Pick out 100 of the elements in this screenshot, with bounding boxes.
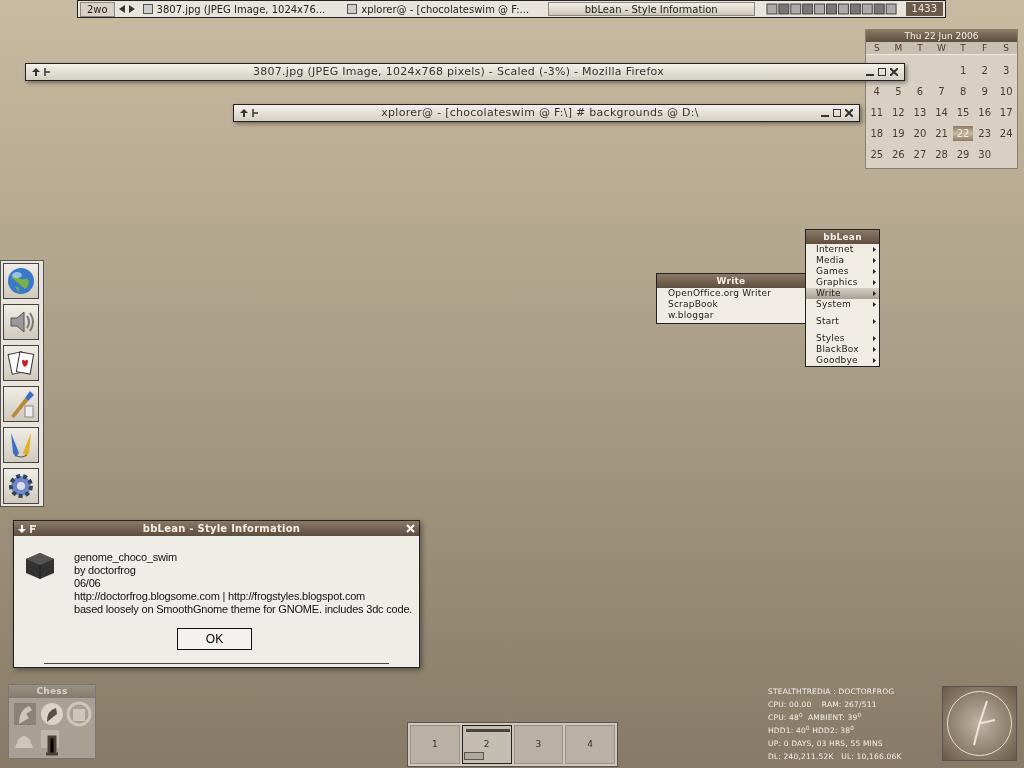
weekday-label: S xyxy=(872,42,881,54)
weekday-label: W xyxy=(936,42,947,54)
submenu-arrow-icon xyxy=(873,347,876,352)
window-thumbnail xyxy=(465,729,510,732)
calendar-day[interactable]: 14 xyxy=(931,105,952,120)
calendar-day[interactable]: 24 xyxy=(996,126,1016,141)
task-button[interactable]: xplorer@ - [chocolateswim @ F:... xyxy=(343,2,544,16)
pin-icon[interactable] xyxy=(252,109,259,117)
calendar-day[interactable]: 21 xyxy=(931,126,952,141)
down-arrow-icon[interactable] xyxy=(18,524,26,533)
maximize-icon[interactable] xyxy=(878,68,886,76)
calendar-day[interactable]: 25 xyxy=(867,147,887,162)
maximize-icon[interactable] xyxy=(833,109,841,117)
weekday-label: F xyxy=(981,42,989,54)
calendar-day[interactable]: 27 xyxy=(910,147,930,162)
calendar-day[interactable]: 16 xyxy=(974,105,995,120)
left-arrow-icon[interactable] xyxy=(118,5,125,13)
dock-button[interactable] xyxy=(3,304,39,340)
dock-button[interactable] xyxy=(3,386,39,422)
calendar-day[interactable]: 18 xyxy=(867,126,887,141)
calendar-day[interactable]: 26 xyxy=(888,147,909,162)
menu-item[interactable]: w.bloggar xyxy=(657,310,805,321)
style-info-line: by doctorfrog xyxy=(74,564,137,577)
menu-item[interactable]: Goodbye xyxy=(806,355,879,366)
dock-button[interactable] xyxy=(3,468,39,504)
calendar-day[interactable]: 19 xyxy=(888,126,909,141)
close-icon[interactable] xyxy=(845,109,853,117)
desktop-button[interactable]: 4 xyxy=(565,725,615,764)
calendar-day[interactable]: 9 xyxy=(974,84,995,99)
calendar-day[interactable]: 15 xyxy=(953,105,973,120)
weekday-label: M xyxy=(893,42,904,54)
desktop-button[interactable]: 2 xyxy=(461,725,512,764)
calendar-day[interactable]: 10 xyxy=(996,84,1016,99)
submenu-arrow-icon xyxy=(873,302,876,307)
menu-item[interactable]: Start xyxy=(806,316,879,327)
submenu-arrow-icon xyxy=(873,258,876,263)
window-icon xyxy=(347,4,358,14)
cube-icon xyxy=(24,551,56,581)
calendar-day[interactable]: 8 xyxy=(953,84,973,99)
right-arrow-icon[interactable] xyxy=(128,5,135,13)
style-info-line: genome_choco_swim xyxy=(74,551,178,564)
globe-icon xyxy=(5,265,37,297)
calendar-day[interactable]: 11 xyxy=(867,105,887,120)
submenu-arrow-icon xyxy=(873,247,876,252)
pin-icon[interactable] xyxy=(44,68,51,76)
menu-item[interactable]: OpenOffice.org Writer xyxy=(657,288,805,299)
window-title: xplorer@ - [chocolateswim @ F:\] # backgrounds @ D:\ xyxy=(380,104,700,121)
menu-item[interactable]: BlackBox xyxy=(806,344,879,355)
clock: 1433 xyxy=(905,2,943,16)
dialog-title: bbLean - Style Information xyxy=(141,522,302,536)
calendar-day[interactable]: 30 xyxy=(974,147,995,162)
menu-item[interactable]: ScrapBook xyxy=(657,299,805,310)
submenu-arrow-icon xyxy=(873,291,876,296)
task-button[interactable]: bbLean - Style Information xyxy=(547,2,755,16)
menu-item[interactable]: Media xyxy=(806,255,879,266)
style-info-line: http://doctorfrog.blogsome.com | http://frogstyles.blogspot.com xyxy=(74,590,367,603)
dock-button[interactable] xyxy=(3,427,39,463)
calendar-day[interactable]: 1 xyxy=(953,63,973,78)
submenu-arrow-icon xyxy=(873,280,876,285)
close-icon[interactable] xyxy=(890,68,898,76)
calendar-day[interactable]: 5 xyxy=(888,84,909,99)
up-arrow-icon[interactable] xyxy=(240,109,248,117)
workspace-label[interactable]: 2wo xyxy=(80,1,115,17)
calendar-day[interactable]: 7 xyxy=(931,84,952,99)
up-arrow-icon[interactable] xyxy=(32,68,40,76)
calendar-day[interactable]: 6 xyxy=(910,84,930,99)
desktop-button[interactable]: 3 xyxy=(513,725,564,764)
menu-item[interactable]: Internet xyxy=(806,244,879,255)
dock-button[interactable] xyxy=(3,263,39,299)
ok-button[interactable]: OK xyxy=(177,628,252,650)
calendar-day[interactable]: 2 xyxy=(974,63,995,78)
submenu-arrow-icon xyxy=(873,336,876,341)
weekday-label: T xyxy=(959,42,967,54)
desktop-button[interactable]: 1 xyxy=(410,725,460,764)
calendar-day[interactable]: 23 xyxy=(974,126,995,141)
menu-item[interactable]: Styles xyxy=(806,333,879,344)
window-icon xyxy=(142,4,153,14)
menu-title: bbLean xyxy=(806,230,879,244)
dock-button[interactable] xyxy=(3,345,39,381)
calendar-day[interactable]: 13 xyxy=(910,105,930,120)
calendar-day[interactable]: 4 xyxy=(867,84,887,99)
calendar-day[interactable]: 29 xyxy=(953,147,973,162)
weekday-label: S xyxy=(1002,42,1011,54)
window-titlebar[interactable]: xplorer@ - [chocolateswim @ F:\] # backgrounds @ D:\ xyxy=(233,104,860,122)
weekday-label: T xyxy=(916,42,924,54)
calendar-day[interactable]: 3 xyxy=(996,63,1016,78)
menu-item[interactable]: Games xyxy=(806,266,879,277)
window-titlebar[interactable]: 3807.jpg (JPEG Image, 1024x768 pixels) - Scaled (-3%) - Mozilla Firefox xyxy=(25,63,905,81)
calendar-day[interactable]: 12 xyxy=(888,105,909,120)
task-button[interactable]: 3807.jpg (JPEG Image, 1024x76... xyxy=(138,2,340,16)
menu-item[interactable]: Graphics xyxy=(806,277,879,288)
menu-item[interactable]: Write xyxy=(806,288,879,299)
calendar-day[interactable]: 17 xyxy=(996,105,1016,120)
calendar-day[interactable]: 28 xyxy=(931,147,952,162)
style-info-line: 06/06 xyxy=(74,577,102,590)
submenu-arrow-icon xyxy=(873,358,876,363)
menu-item[interactable]: System xyxy=(806,299,879,310)
chess-title: Chess xyxy=(9,685,95,698)
calendar-title: Thu 22 Jun 2006 xyxy=(866,30,1017,42)
calendar-day[interactable]: 20 xyxy=(910,126,930,141)
